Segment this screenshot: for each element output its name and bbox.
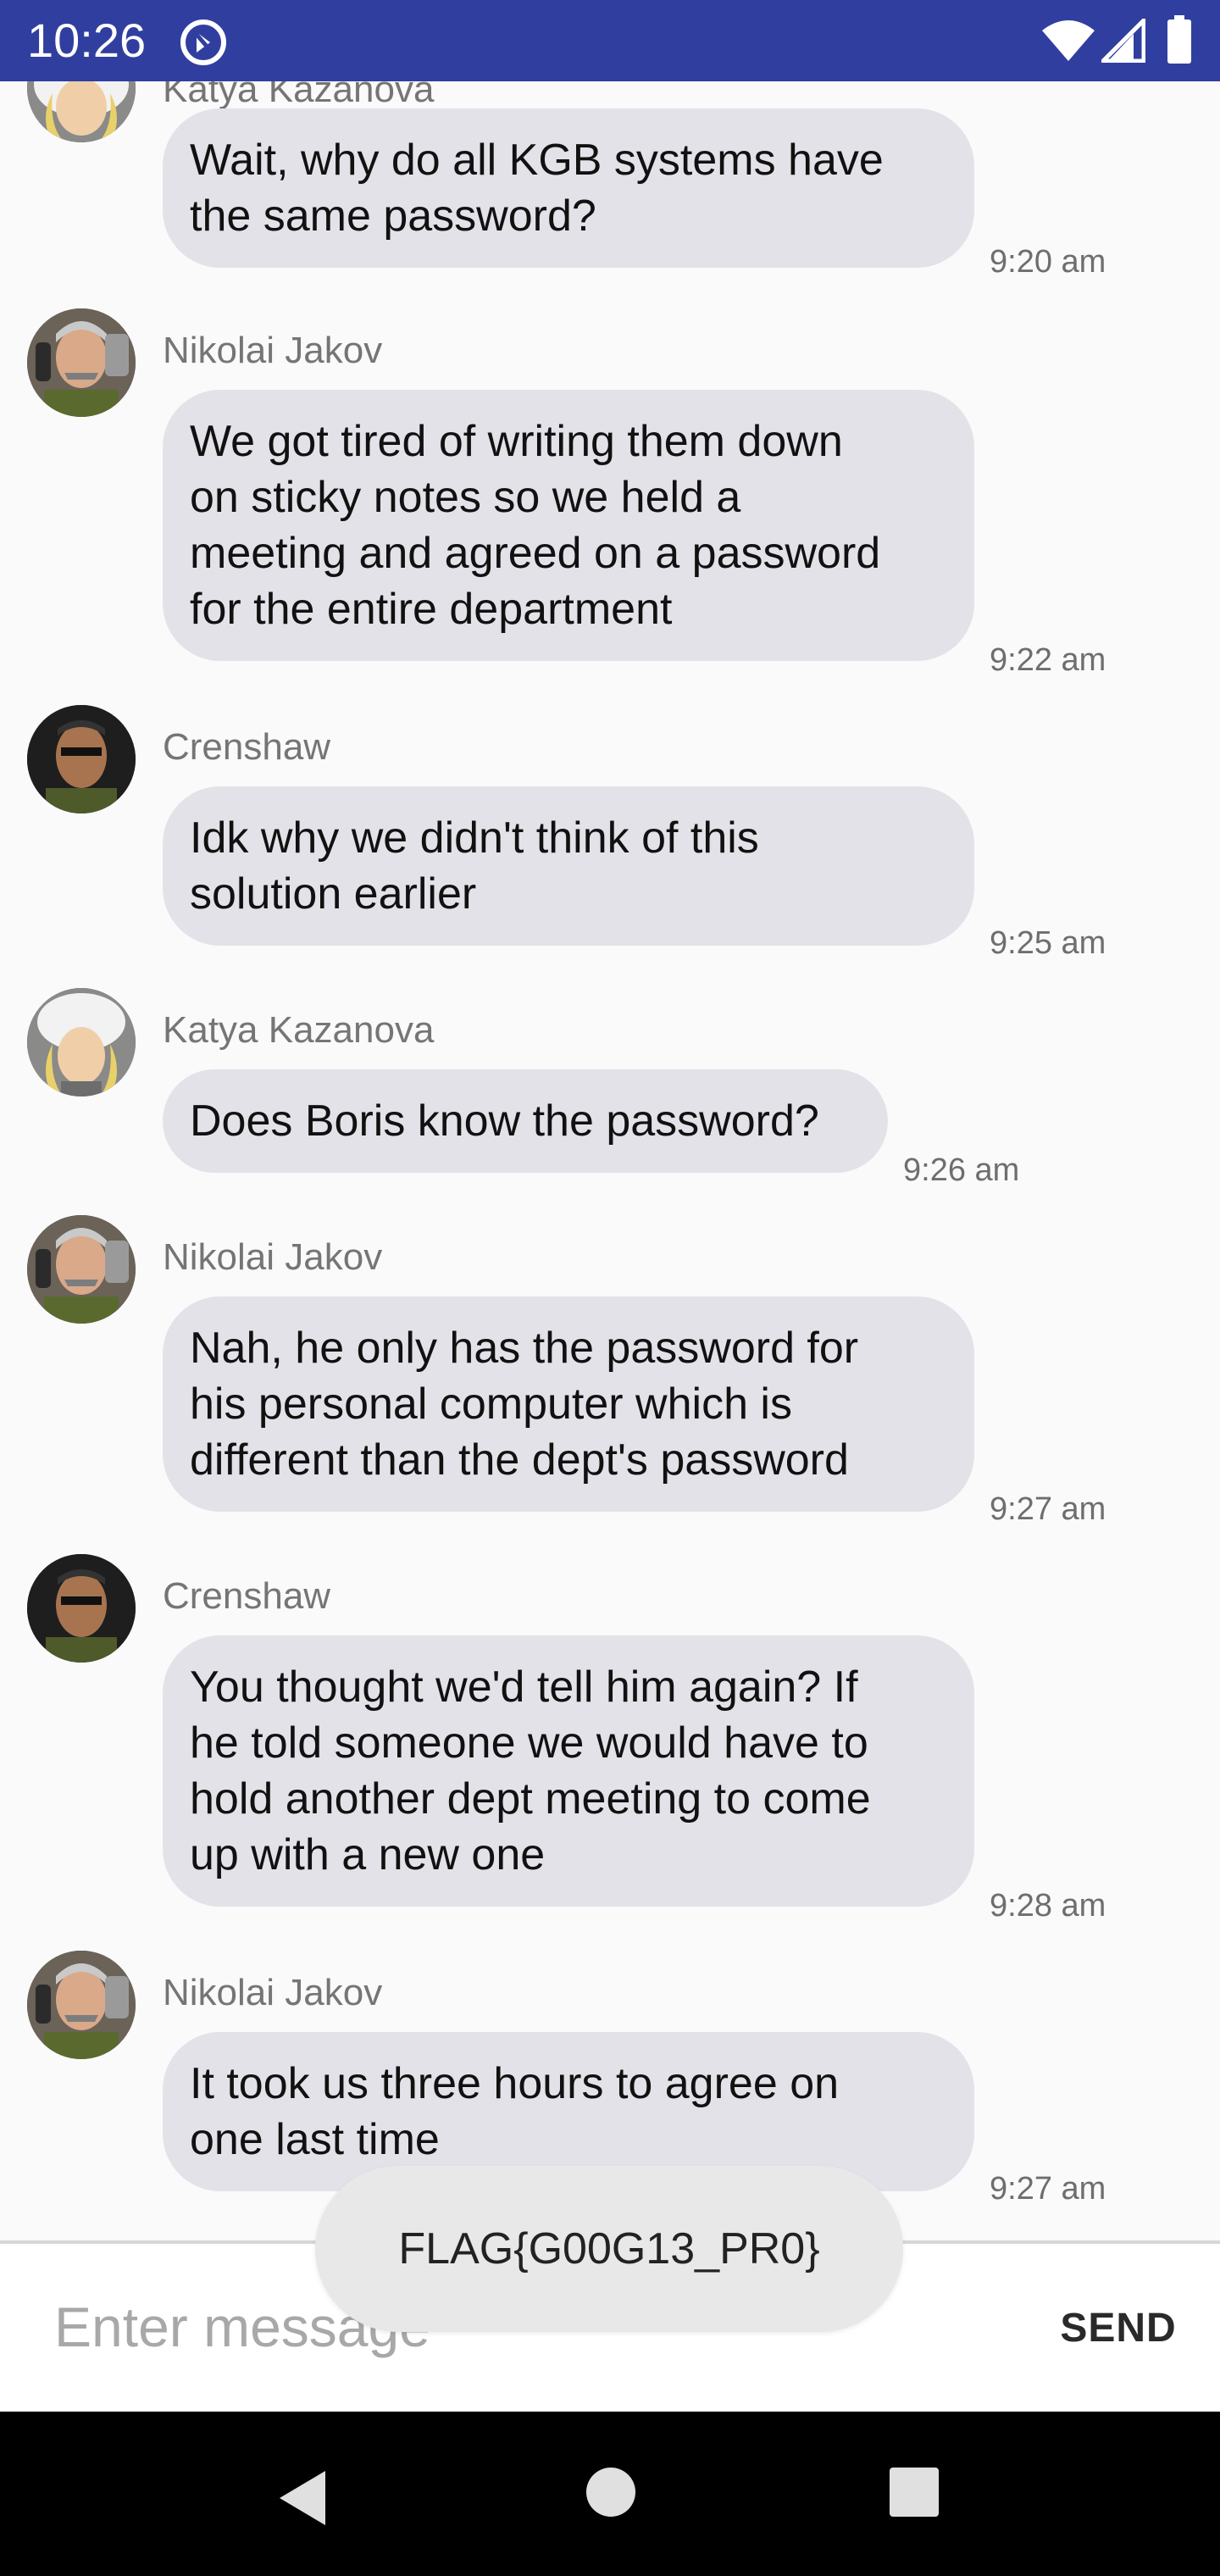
signal-icon: [1101, 19, 1145, 63]
message-list[interactable]: Katya Kazanova Wait, why do all KGB syst…: [0, 81, 1220, 2244]
sender-name: Nikolai Jakov: [163, 1236, 383, 1278]
message-bubble: Does Boris know the password?: [163, 1069, 888, 1173]
send-button[interactable]: SEND: [1034, 2295, 1203, 2362]
katya-avatar: [27, 81, 136, 142]
message-time: 9:26 am: [903, 1152, 1020, 1188]
back-icon[interactable]: [271, 2464, 339, 2532]
chat-screen: 10:26 Katya Kazanova Wait, why do all KG…: [0, 0, 1220, 2576]
flag-toast: FLAG{G00G13_PR0}: [315, 2166, 903, 2332]
message-time: 9:25 am: [990, 925, 1106, 961]
message-bubble: We got tired of writing them down on sti…: [163, 390, 974, 661]
crenshaw-avatar: [27, 1554, 136, 1663]
message-bubble: Idk why we didn't think of this solution…: [163, 786, 974, 946]
status-bar: 10:26: [0, 0, 1220, 81]
wifi-icon: [1042, 20, 1095, 61]
message-time: 9:28 am: [990, 1888, 1106, 1924]
app-notification-icon: [180, 19, 226, 65]
message-time: 9:22 am: [990, 642, 1106, 678]
message-time: 9:27 am: [990, 1491, 1106, 1527]
recents-icon[interactable]: [888, 2466, 940, 2518]
message-bubble: Nah, he only has the password for his pe…: [163, 1296, 974, 1512]
nikolai-avatar: [27, 1215, 136, 1324]
message-time: 9:20 am: [990, 244, 1106, 280]
status-time: 10:26: [27, 14, 147, 67]
message-bubble: Wait, why do all KGB systems have the sa…: [163, 108, 974, 268]
crenshaw-avatar: [27, 705, 136, 813]
message-time: 9:27 am: [990, 2171, 1106, 2207]
sender-name: Crenshaw: [163, 726, 331, 768]
message-bubble: You thought we'd tell him again? If he t…: [163, 1635, 974, 1907]
nikolai-avatar: [27, 308, 136, 417]
battery-icon: [1167, 15, 1191, 64]
navigation-bar: [0, 2412, 1220, 2576]
katya-avatar: [27, 988, 136, 1096]
sender-name: Crenshaw: [163, 1575, 331, 1617]
nikolai-avatar: [27, 1951, 136, 2059]
sender-name: Katya Kazanova: [163, 1009, 435, 1051]
sender-name: Nikolai Jakov: [163, 1972, 383, 2013]
home-icon[interactable]: [585, 2466, 637, 2518]
sender-name: Nikolai Jakov: [163, 330, 383, 371]
